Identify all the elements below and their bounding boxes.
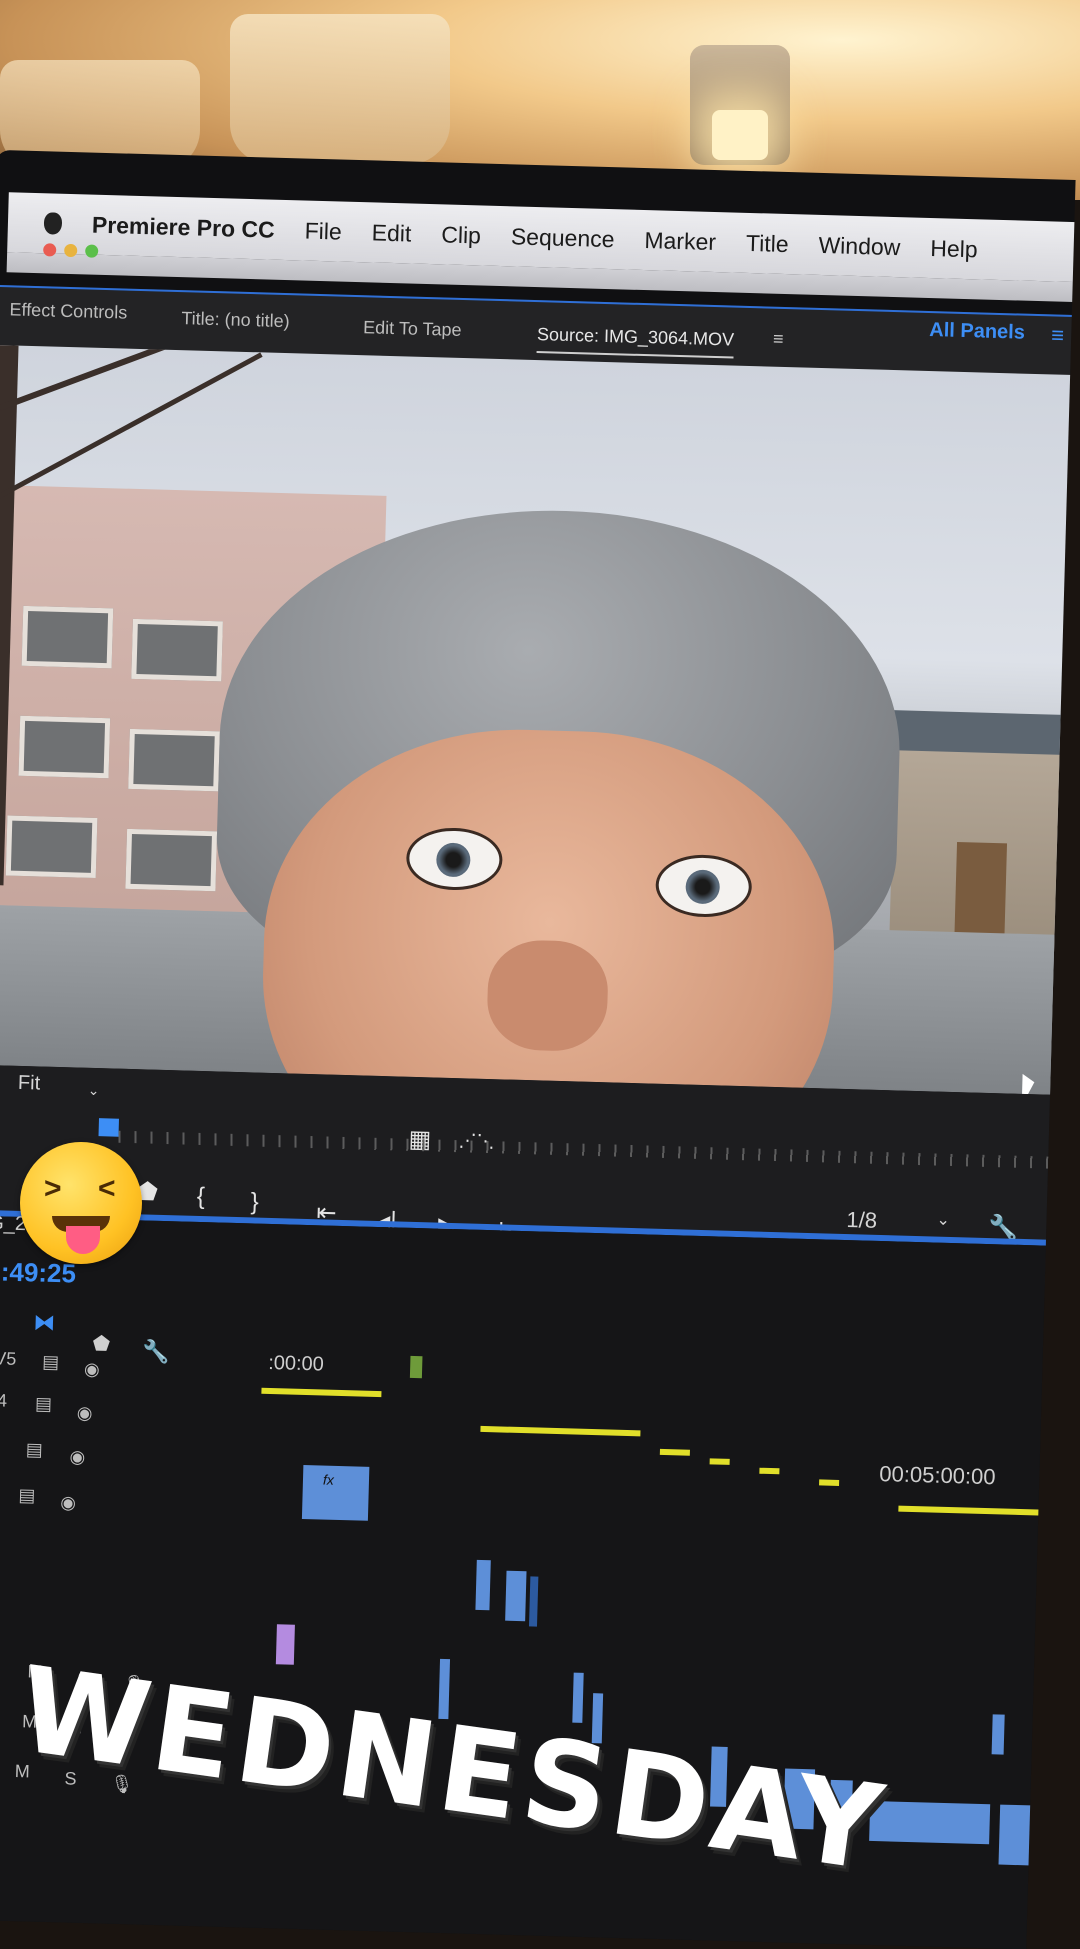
cup <box>230 14 450 164</box>
close-button[interactable] <box>43 243 56 256</box>
mouse-cursor-icon <box>1022 1074 1035 1095</box>
render-bar <box>759 1468 779 1475</box>
source-time-ruler[interactable] <box>118 1131 1075 1170</box>
menu-help[interactable]: Help <box>930 235 978 263</box>
cabin-door <box>954 842 1007 943</box>
source-monitor-viewer[interactable] <box>0 345 1076 1095</box>
sync-icon[interactable]: ▤ <box>18 1485 36 1506</box>
apple-icon[interactable] <box>44 212 63 234</box>
timeline-clip[interactable] <box>475 1560 490 1610</box>
menu-window[interactable]: Window <box>818 231 901 260</box>
window-shape <box>22 606 114 668</box>
menu-title[interactable]: Title <box>746 229 789 257</box>
render-bar <box>261 1388 381 1397</box>
menu-edit[interactable]: Edit <box>371 219 411 247</box>
emoji-eye-left: > <box>44 1172 62 1206</box>
eye-icon[interactable]: ◉ <box>69 1446 85 1467</box>
tab-source[interactable]: Source: IMG_3064.MOV <box>537 324 735 358</box>
render-bar <box>819 1479 839 1486</box>
menu-file[interactable]: File <box>304 217 342 245</box>
timeline-clip[interactable] <box>572 1673 583 1723</box>
sync-icon[interactable]: ▤ <box>25 1439 43 1460</box>
fx-badge: fx <box>323 1472 334 1488</box>
zoom-button[interactable] <box>85 244 98 257</box>
menu-marker[interactable]: Marker <box>644 227 716 256</box>
window-shape <box>19 716 111 778</box>
timeline-clip[interactable] <box>529 1576 538 1626</box>
panel-menu-icon[interactable]: ≡ <box>773 329 784 350</box>
menu-sequence[interactable]: Sequence <box>511 223 615 253</box>
source-playhead[interactable] <box>99 1118 119 1137</box>
sync-icon[interactable]: ▤ <box>42 1352 60 1373</box>
render-bar <box>898 1506 1058 1516</box>
render-bar <box>480 1426 640 1436</box>
eye-icon[interactable]: ◉ <box>76 1403 92 1424</box>
squinting-tongue-emoji-sticker: > < <box>20 1142 142 1264</box>
eye-icon[interactable]: ◉ <box>60 1492 76 1513</box>
render-bar <box>660 1449 690 1456</box>
ruler-start-label: :00:00 <box>268 1352 324 1377</box>
window-shape <box>128 729 220 791</box>
eye-icon[interactable]: ◉ <box>84 1359 100 1380</box>
chevron-down-icon[interactable]: ⌄ <box>936 1210 950 1230</box>
tab-edit-to-tape[interactable]: Edit To Tape <box>363 317 462 341</box>
emoji-tongue <box>66 1226 100 1254</box>
mark-in-icon[interactable]: { <box>196 1183 205 1211</box>
timeline-clip[interactable] <box>276 1624 295 1664</box>
window-shape <box>6 815 98 877</box>
timeline-clip[interactable] <box>505 1571 526 1622</box>
app-name[interactable]: Premiere Pro CC <box>92 211 275 243</box>
timeline-settings-icon[interactable]: 🔧 <box>142 1338 170 1365</box>
tree-branch <box>0 352 263 499</box>
tab-effect-controls[interactable]: Effect Controls <box>9 299 127 323</box>
all-panels-menu-icon[interactable]: ≡ <box>1051 322 1065 348</box>
linked-selection-icon[interactable]: ⧓ <box>33 1309 56 1336</box>
sync-icon[interactable]: ▤ <box>0 1656 1 1677</box>
ruler-time-label: 00:05:00:00 <box>879 1461 996 1490</box>
nose-image <box>486 939 609 1052</box>
fx-clip[interactable]: fx <box>302 1465 369 1521</box>
emoji-eye-right: < <box>98 1172 116 1206</box>
window-shape <box>131 619 223 681</box>
resolution-select[interactable]: 1/8 <box>846 1207 877 1234</box>
add-marker-icon[interactable]: ⬟ <box>92 1331 110 1356</box>
menu-clip[interactable]: Clip <box>441 221 481 249</box>
all-panels-button[interactable]: All Panels <box>929 319 1025 345</box>
chevron-down-icon[interactable]: ⌄ <box>88 1082 100 1099</box>
track-label-v4[interactable]: V4 <box>0 1390 7 1412</box>
mark-out-icon[interactable]: } <box>250 1188 259 1216</box>
sync-icon[interactable]: ▤ <box>35 1393 53 1414</box>
track-label-v5[interactable]: V5 <box>0 1348 17 1370</box>
tab-title[interactable]: Title: (no title) <box>181 308 290 332</box>
timeline-clip[interactable] <box>992 1714 1005 1754</box>
minimize-button[interactable] <box>64 244 77 257</box>
playhead-marker[interactable] <box>410 1356 423 1378</box>
window-shape <box>125 829 217 891</box>
timeline-clip[interactable] <box>999 1805 1041 1866</box>
zoom-select[interactable]: Fit <box>18 1072 41 1096</box>
window-controls <box>43 243 98 258</box>
candle-glow <box>712 110 768 160</box>
render-bar <box>710 1458 730 1465</box>
